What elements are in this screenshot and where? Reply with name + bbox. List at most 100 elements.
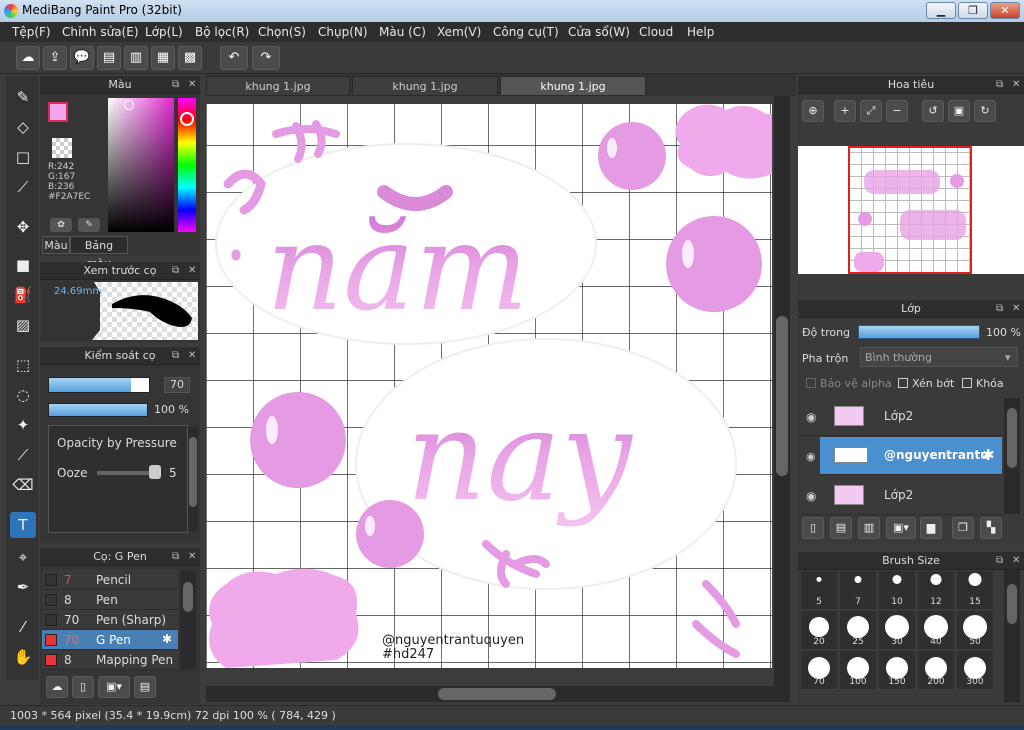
saturation-value-picker[interactable]	[108, 98, 174, 232]
brush-size-value[interactable]: 70	[164, 377, 190, 393]
navigator-viewport[interactable]	[848, 146, 972, 274]
rotate-right-icon[interactable]: ↻	[974, 100, 996, 122]
zoom-out-icon[interactable]: −	[886, 100, 908, 122]
bucket-tool-icon[interactable]: ⛽	[10, 282, 36, 308]
page-list-icon[interactable]: ▦	[151, 46, 175, 70]
menu-edit[interactable]: Chỉnh sửa(E)	[62, 25, 139, 39]
menu-capture[interactable]: Chụp(N)	[318, 25, 368, 39]
brush-size-cell[interactable]: 70	[800, 650, 838, 690]
eye-icon[interactable]: ◉	[806, 489, 816, 503]
brush-item[interactable]: 7 Pencil	[42, 570, 178, 590]
primary-color-swatch[interactable]	[48, 102, 68, 122]
rotate-left-icon[interactable]: ↺	[922, 100, 944, 122]
brush-item-selected[interactable]: 70 G Pen ✱	[42, 630, 178, 650]
undock-icon[interactable]: ⧉	[172, 548, 179, 566]
minimize-button[interactable]: ▁	[926, 2, 956, 19]
gear-icon[interactable]: ✱	[982, 446, 995, 464]
select-rect-icon[interactable]: ⬚	[10, 352, 36, 378]
undock-icon[interactable]: ⧉	[172, 262, 179, 280]
layer-row[interactable]: ◉ Lớp2	[800, 477, 1002, 515]
layer-row[interactable]: ◉ Lớp2	[800, 398, 1002, 436]
move-tool-icon[interactable]: ✥	[10, 214, 36, 240]
brush-size-cell[interactable]: 7	[839, 570, 877, 610]
menu-color[interactable]: Màu (C)	[379, 25, 426, 39]
share-icon[interactable]: ⇪	[43, 46, 67, 70]
panel-close-icon[interactable]: ✕	[188, 76, 196, 94]
undock-icon[interactable]: ⧉	[996, 300, 1003, 318]
shape-tool-icon[interactable]: ■	[10, 252, 36, 278]
tab-document[interactable]: khung 1.jpg	[206, 76, 350, 96]
canvas-vertical-scrollbar[interactable]	[774, 96, 790, 686]
select-pen-icon[interactable]: ⟋	[10, 442, 36, 468]
palette-add-icon[interactable]: ✿	[50, 218, 72, 232]
canvas-horizontal-scrollbar[interactable]	[206, 686, 790, 702]
menu-select[interactable]: Chọn(S)	[258, 25, 306, 39]
tab-color[interactable]: Màu	[42, 236, 70, 254]
canvas-paper[interactable]: năm nay @nguyentrantuquyen #hd247	[206, 104, 772, 668]
folder-icon[interactable]: ▆	[920, 517, 942, 539]
brush-size-cell[interactable]: 12	[917, 570, 955, 610]
grid-icon[interactable]: ▩	[178, 46, 202, 70]
magic-wand-icon[interactable]: ✦	[10, 412, 36, 438]
zoom-in-plus-icon[interactable]: +	[834, 100, 856, 122]
hue-slider[interactable]	[178, 98, 196, 232]
panel-close-icon[interactable]: ✕	[1012, 76, 1020, 94]
panel-close-icon[interactable]: ✕	[1012, 300, 1020, 318]
add-layer-menu-icon[interactable]: ▣▾	[886, 517, 916, 539]
undock-icon[interactable]: ⧉	[172, 76, 179, 94]
brush-new-icon[interactable]: ▯	[72, 676, 94, 698]
transparent-swatch[interactable]	[52, 138, 72, 158]
navigator-thumbnail[interactable]	[798, 146, 1024, 274]
brush-size-cell[interactable]: 20	[800, 610, 838, 650]
note-icon[interactable]: ▤	[97, 46, 121, 70]
brush-item[interactable]: 8 Pen	[42, 590, 178, 610]
menu-help[interactable]: Help	[687, 25, 714, 39]
brush-size-cell[interactable]: 5	[800, 570, 838, 610]
brush-size-cell[interactable]: 30	[878, 610, 916, 650]
brush-size-scrollbar[interactable]	[1004, 570, 1020, 702]
dot-tool-icon[interactable]: □	[10, 144, 36, 170]
tab-document-active[interactable]: khung 1.jpg	[500, 76, 646, 96]
panel-close-icon[interactable]: ✕	[188, 548, 196, 566]
brush-item[interactable]: 8 Mapping Pen	[42, 650, 178, 670]
brush-settings-icon[interactable]: ▤	[134, 676, 156, 698]
lasso-tool-icon[interactable]: ◌	[10, 382, 36, 408]
layer-row-selected[interactable]: @nguyentrantu ✱	[820, 437, 1002, 475]
hand-tool-icon[interactable]: ✋	[10, 644, 36, 670]
brush-tool-icon[interactable]: ✎	[10, 84, 36, 110]
brush-control-scrollbar[interactable]	[188, 427, 198, 531]
panel-close-icon[interactable]: ✕	[1012, 552, 1020, 570]
tab-document[interactable]: khung 1.jpg	[352, 76, 498, 96]
menu-cloud[interactable]: Cloud	[639, 25, 673, 39]
brush-size-cell[interactable]: 200	[917, 650, 955, 690]
menu-view[interactable]: Xem(V)	[437, 25, 481, 39]
fill-pen-icon[interactable]: ⟋	[10, 174, 36, 200]
blend-mode-select[interactable]: Bình thường ▾	[860, 347, 1018, 367]
palette-edit-icon[interactable]: ✎	[78, 218, 100, 232]
brush-size-slider[interactable]	[48, 377, 150, 393]
cloud-icon[interactable]: ☁	[16, 46, 40, 70]
brush-cloud-icon[interactable]: ☁	[46, 676, 68, 698]
gear-icon[interactable]: ✱	[162, 632, 172, 646]
tab-palette[interactable]: Bảng màu	[70, 236, 128, 270]
divide-tool-icon[interactable]: ⌖	[10, 544, 36, 570]
menu-filter[interactable]: Bộ lọc(R)	[195, 25, 249, 39]
merge-layer-icon[interactable]: ▚	[980, 517, 1002, 539]
brush-size-cell[interactable]: 50	[956, 610, 994, 650]
new-layer-icon[interactable]: ▯	[802, 517, 824, 539]
menu-tools[interactable]: Công cụ(T)	[493, 25, 559, 39]
brush-size-cell[interactable]: 150	[878, 650, 916, 690]
maximize-button[interactable]: ❐	[958, 2, 988, 19]
pen-tool-icon[interactable]: ✒	[10, 574, 36, 600]
layer-scrollbar[interactable]	[1004, 398, 1020, 514]
undock-icon[interactable]: ⧉	[996, 552, 1003, 570]
reset-view-icon[interactable]: ▣	[948, 100, 970, 122]
text-tool-icon[interactable]: T	[10, 512, 36, 538]
undock-icon[interactable]: ⧉	[172, 347, 179, 365]
eye-icon[interactable]: ◉	[806, 450, 816, 463]
duplicate-layer-icon[interactable]: ❐	[952, 517, 974, 539]
menu-layer[interactable]: Lớp(L)	[145, 25, 183, 39]
fit-icon[interactable]: ⤢	[860, 100, 882, 122]
brush-item[interactable]: 70 Pen (Sharp)	[42, 610, 178, 630]
brush-add-icon[interactable]: ▣▾	[98, 676, 130, 698]
